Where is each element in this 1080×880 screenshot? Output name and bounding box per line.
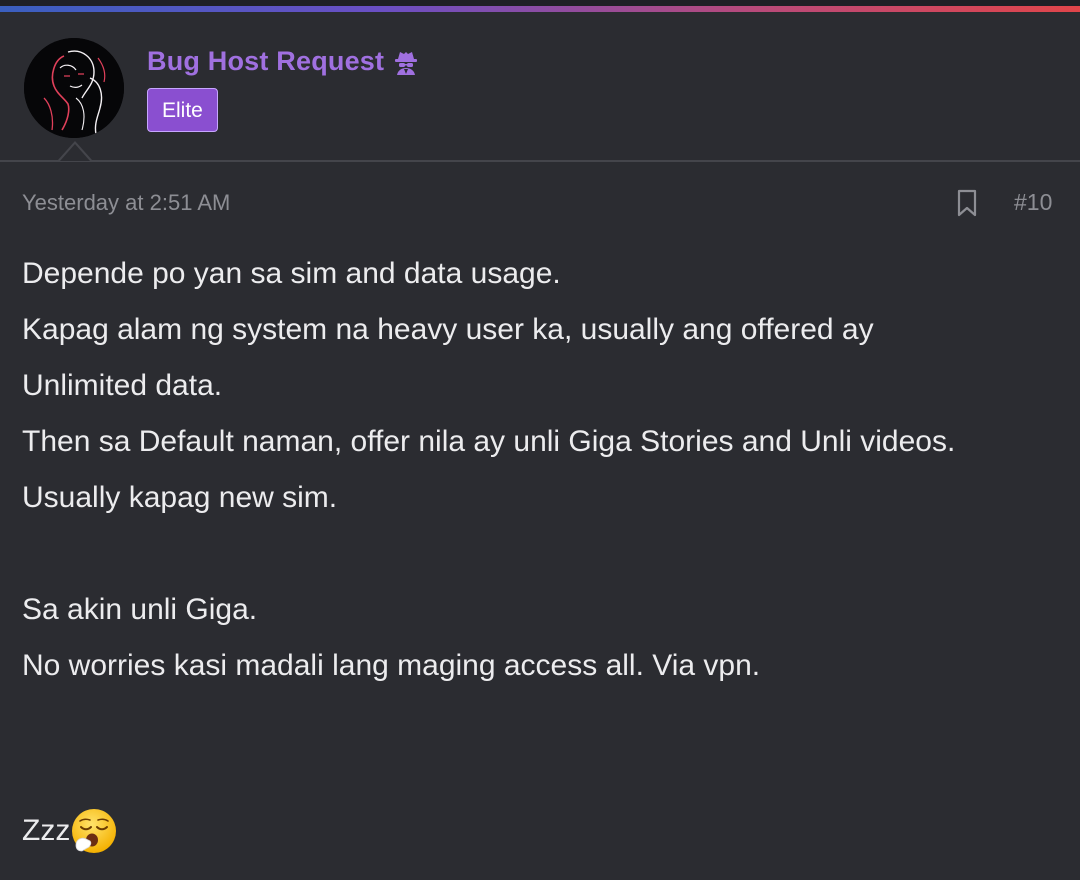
body-line: Usually kapag new sim.	[22, 481, 338, 514]
post-author-header: Bug Host Request Elite	[0, 12, 1080, 160]
author-name-text[interactable]: Bug Host Request	[147, 46, 384, 77]
post-signoff: Zzz	[22, 806, 118, 856]
body-line: No worries kasi madali lang maging acces…	[22, 649, 761, 682]
body-line: Sa akin unli Giga.	[22, 593, 258, 626]
post-body: Depende po yan sa sim and data usage. Ka…	[22, 246, 1062, 694]
spy-icon	[395, 51, 418, 75]
post-timestamp[interactable]: Yesterday at 2:51 AM	[22, 190, 230, 216]
author-name[interactable]: Bug Host Request	[147, 46, 420, 77]
body-line: Depende po yan sa sim and data usage.	[22, 257, 561, 290]
avatar[interactable]	[24, 38, 124, 138]
bookmark-icon[interactable]	[956, 189, 978, 217]
header-divider	[0, 160, 1080, 162]
signoff-text: Zzz	[22, 814, 71, 847]
body-line: Kapag alam ng system na heavy user ka, u…	[22, 313, 874, 346]
yawning-face-emoji-icon	[72, 809, 117, 853]
role-badge[interactable]: Elite	[147, 88, 218, 132]
body-line: Unlimited data.	[22, 369, 223, 402]
forum-post: Bug Host Request Elite Yesterday at 2:51…	[0, 0, 1080, 880]
post-number[interactable]: #10	[1014, 189, 1052, 216]
top-accent-bar	[0, 0, 1080, 12]
avatar-pointer-fill	[60, 144, 90, 161]
avatar-line-art-icon	[24, 38, 124, 138]
body-line: Then sa Default naman, offer nila ay unl…	[22, 425, 956, 458]
